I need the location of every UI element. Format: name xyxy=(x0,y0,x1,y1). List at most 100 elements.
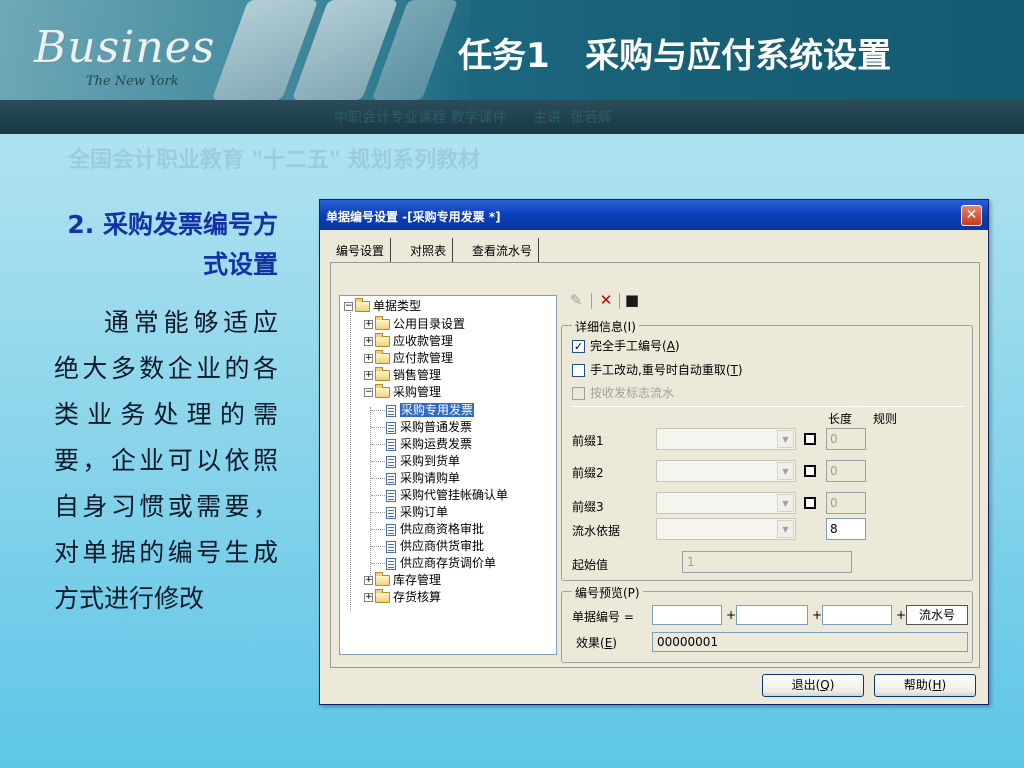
tree-item-inventory[interactable]: + 库存管理 xyxy=(364,572,441,589)
expand-icon[interactable]: + xyxy=(364,593,373,602)
prefix2-length: 0 xyxy=(826,460,866,482)
manual-number-checkbox[interactable]: ✓ xyxy=(572,340,585,353)
tree-item-label: 应收款管理 xyxy=(393,334,454,348)
close-icon: ✕ xyxy=(965,207,978,223)
manual-number-label: 完全手工编号( xyxy=(590,339,667,353)
expand-icon[interactable]: + xyxy=(364,354,373,363)
tab-mapping-table[interactable]: 对照表 xyxy=(404,238,454,262)
tree-item-label: 存货核算 xyxy=(393,590,442,604)
document-icon xyxy=(386,438,396,451)
expand-icon[interactable]: + xyxy=(364,576,373,585)
flow-by-flag-option: 按收发标志流水 xyxy=(572,385,674,401)
paren-close: ) xyxy=(737,363,743,377)
exit-hotkey: Q xyxy=(820,678,830,692)
chevron-down-icon[interactable]: ▼ xyxy=(777,520,794,538)
tree-item-purchasing[interactable]: − 采购管理 xyxy=(364,384,441,401)
auto-refetch-hotkey: T xyxy=(730,363,738,377)
collapse-icon[interactable]: − xyxy=(344,302,353,311)
toolbar-separator xyxy=(619,293,620,309)
tree-item-label: 供应商供货审批 xyxy=(400,539,485,553)
prefix3-label: 前缀3 xyxy=(572,500,604,514)
auto-refetch-label: 手工改动,重号时自动重取( xyxy=(590,363,731,377)
tree-item-stock-accounting[interactable]: + 存货核算 xyxy=(364,589,441,606)
tree-guide-line xyxy=(350,307,351,611)
help-button[interactable]: 帮助(H) xyxy=(874,674,976,697)
tree-item-public-catalog[interactable]: + 公用目录设置 xyxy=(364,316,465,333)
tree-item-label: 采购普通发票 xyxy=(400,420,473,434)
document-icon xyxy=(386,472,396,485)
chevron-down-icon[interactable]: ▼ xyxy=(777,494,794,512)
save-icon[interactable]: ■ xyxy=(623,291,641,309)
start-value-input: 1 xyxy=(682,551,852,573)
rule-column-header: 规则 xyxy=(873,412,898,426)
plus-sign: + xyxy=(726,608,737,622)
chevron-down-icon[interactable]: ▼ xyxy=(777,430,794,448)
document-icon xyxy=(386,540,396,553)
serial-basis-select[interactable]: ▼ xyxy=(656,518,796,540)
tree-item-purchase-order[interactable]: 采购订单 xyxy=(386,504,448,521)
folder-icon xyxy=(375,350,390,364)
preview-prefix2-box xyxy=(736,605,808,625)
paren-close: ) xyxy=(941,678,947,692)
manual-number-option[interactable]: ✓ 完全手工编号(A) xyxy=(572,338,680,354)
prefix1-checkbox[interactable] xyxy=(804,433,816,445)
prefix2-checkbox[interactable] xyxy=(804,465,816,477)
tree-item-purchase-arrival[interactable]: 采购到货单 xyxy=(386,453,460,470)
close-button[interactable]: ✕ xyxy=(961,205,982,226)
serial-length-input[interactable]: 8 xyxy=(826,518,866,540)
banner-subtitle: 中职会计专业课程 教学课件 主讲 张若辉 xyxy=(334,110,613,126)
tree-item-supplier-price-adjust[interactable]: 供应商存货调价单 xyxy=(386,555,496,572)
tree-item-label: 库存管理 xyxy=(393,573,442,587)
prefix3-checkbox[interactable] xyxy=(804,497,816,509)
doc-type-tree[interactable]: − 单据类型 + 公用目录设置 + 应收款管理 + 应付款管理 + 销售管理 − 采购管理 … xyxy=(339,295,557,655)
flow-by-flag-checkbox xyxy=(572,387,585,400)
tree-item-supplier-qualification[interactable]: 供应商资格审批 xyxy=(386,521,484,538)
tree-item-purchase-freight-invoice[interactable]: 采购运费发票 xyxy=(386,436,472,453)
collapse-icon[interactable]: − xyxy=(364,388,373,397)
folder-icon xyxy=(375,367,390,381)
prefix3-select[interactable]: ▼ xyxy=(656,492,796,514)
tree-item-label: 采购运费发票 xyxy=(400,437,473,451)
tree-item-payables[interactable]: + 应付款管理 xyxy=(364,350,453,367)
tree-item-consignment-confirm[interactable]: 采购代管挂帐确认单 xyxy=(386,487,508,504)
auto-refetch-option[interactable]: 手工改动,重号时自动重取(T) xyxy=(572,362,743,378)
tree-item-receivables[interactable]: + 应收款管理 xyxy=(364,333,453,350)
slide-title: 任务1 采购与应付系统设置 xyxy=(458,36,892,76)
chevron-down-icon[interactable]: ▼ xyxy=(777,462,794,480)
tree-root[interactable]: − 单据类型 xyxy=(344,298,421,315)
prefix2-label: 前缀2 xyxy=(572,466,604,480)
prefix1-select[interactable]: ▼ xyxy=(656,428,796,450)
document-icon xyxy=(386,523,396,536)
tree-item-label: 供应商存货调价单 xyxy=(400,556,497,570)
auto-refetch-checkbox[interactable] xyxy=(572,364,585,377)
delete-icon[interactable]: ✕ xyxy=(597,291,615,309)
edit-icon[interactable]: ✎ xyxy=(567,291,585,309)
tab-number-settings[interactable]: 编号设置 xyxy=(330,238,392,262)
tree-branch-line xyxy=(371,461,385,462)
tree-item-purchase-requisition[interactable]: 采购请购单 xyxy=(386,470,460,487)
tree-item-purchase-general-invoice[interactable]: 采购普通发票 xyxy=(386,419,472,436)
expand-icon[interactable]: + xyxy=(364,337,373,346)
tree-item-label: 供应商资格审批 xyxy=(400,522,485,536)
tree-item-sales[interactable]: + 销售管理 xyxy=(364,367,441,384)
effect-label-text: 效果( xyxy=(576,636,605,650)
manual-number-hotkey: A xyxy=(666,339,675,353)
expand-icon[interactable]: + xyxy=(364,320,373,329)
prefix2-select[interactable]: ▼ xyxy=(656,460,796,482)
tree-item-label: 采购请购单 xyxy=(400,471,461,485)
tree-item-supplier-supply[interactable]: 供应商供货审批 xyxy=(386,538,484,555)
detail-info-legend: 详细信息(I) xyxy=(572,318,639,335)
tree-item-label: 采购到货单 xyxy=(400,454,461,468)
tree-item-label: 公用目录设置 xyxy=(393,317,466,331)
tree-branch-line xyxy=(371,427,385,428)
expand-icon[interactable]: + xyxy=(364,371,373,380)
newspaper-logo-sub: The New York xyxy=(86,74,179,89)
tree-item-label: 采购专用发票 xyxy=(400,403,475,417)
doc-number-label: 单据编号 = xyxy=(572,610,634,624)
exit-button[interactable]: 退出(Q) xyxy=(762,674,864,697)
dialog-titlebar[interactable]: 单据编号设置 -[采购专用发票 *] ✕ xyxy=(320,200,988,230)
document-icon xyxy=(386,455,396,468)
exit-button-label: 退出( xyxy=(791,678,821,692)
tree-item-purchase-special-invoice[interactable]: 采购专用发票 xyxy=(386,402,475,419)
tab-view-serial[interactable]: 查看流水号 xyxy=(466,238,540,262)
